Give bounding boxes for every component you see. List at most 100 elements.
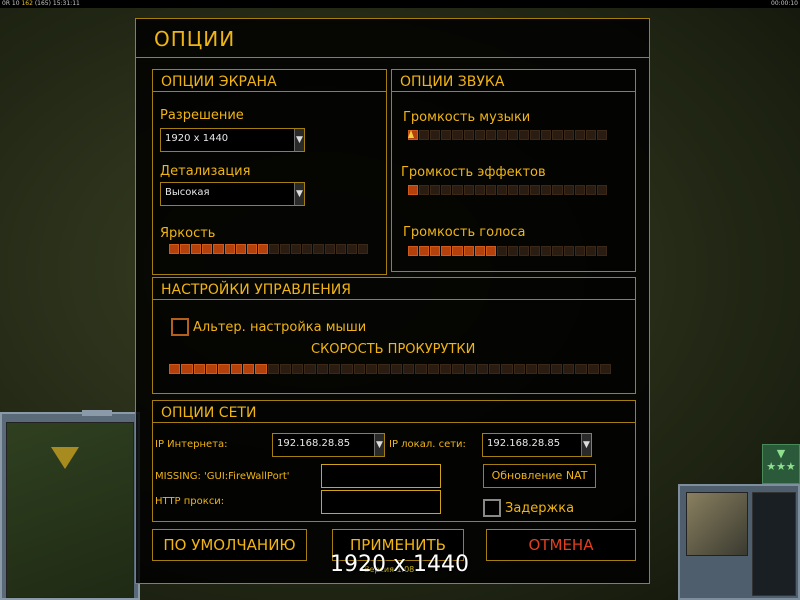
slider-segment[interactable] (169, 244, 180, 254)
slider-segment[interactable] (193, 364, 205, 374)
slider-segment[interactable] (441, 130, 452, 140)
slider-segment[interactable] (541, 130, 552, 140)
slider-segment[interactable] (224, 244, 235, 254)
dropdown-arrow-icon[interactable]: ▼ (581, 434, 591, 456)
dropdown-arrow-icon[interactable]: ▼ (374, 434, 384, 456)
alt-mouse-checkbox[interactable] (171, 318, 189, 336)
slider-segment[interactable] (257, 244, 268, 254)
slider-segment[interactable] (191, 244, 202, 254)
slider-segment[interactable] (489, 364, 501, 374)
slider-segment[interactable] (452, 246, 463, 256)
slider-segment[interactable] (390, 364, 402, 374)
slider-segment[interactable] (316, 364, 329, 374)
slider-segment[interactable] (335, 244, 346, 254)
slider-segment[interactable] (452, 130, 463, 140)
slider-segment[interactable] (550, 364, 562, 374)
slider-segment[interactable] (419, 246, 430, 256)
slider-segment[interactable] (596, 130, 607, 140)
slider-segment[interactable] (235, 244, 246, 254)
slider-segment[interactable] (255, 364, 267, 374)
slider-segment[interactable] (430, 185, 441, 195)
slider-segment[interactable] (530, 185, 541, 195)
slider-segment[interactable] (538, 364, 550, 374)
update-nat-button[interactable]: Обновление NAT (483, 464, 596, 488)
slider-segment[interactable] (267, 364, 279, 374)
slider-segment[interactable] (585, 130, 596, 140)
slider-segment[interactable] (519, 185, 530, 195)
slider-segment[interactable] (496, 130, 507, 140)
minimap-view[interactable] (6, 422, 134, 598)
slider-segment[interactable] (268, 244, 280, 254)
slider-segment[interactable] (496, 185, 507, 195)
slider-segment[interactable] (476, 364, 489, 374)
slider-segment[interactable] (599, 364, 612, 374)
slider-segment[interactable] (180, 244, 191, 254)
slider-segment[interactable] (302, 244, 313, 254)
brightness-slider[interactable] (169, 244, 368, 254)
slider-segment[interactable] (291, 244, 302, 254)
slider-segment[interactable] (218, 364, 230, 374)
slider-segment[interactable] (452, 185, 463, 195)
slider-segment[interactable] (246, 244, 257, 254)
slider-segment[interactable] (408, 185, 419, 195)
slider-segment[interactable] (230, 364, 242, 374)
local-ip-select[interactable]: 192.168.28.85 ▼ (482, 433, 592, 457)
slider-segment[interactable] (575, 364, 587, 374)
slider-segment[interactable] (304, 364, 316, 374)
slider-segment[interactable] (596, 185, 607, 195)
slider-segment[interactable] (430, 130, 441, 140)
slider-segment[interactable] (346, 244, 357, 254)
effects-volume-slider[interactable] (408, 185, 607, 195)
slider-segment[interactable] (574, 130, 585, 140)
slider-segment[interactable] (415, 364, 427, 374)
minimap[interactable] (0, 410, 140, 600)
http-proxy-input[interactable] (321, 490, 441, 514)
slider-segment[interactable] (596, 246, 607, 256)
slider-segment[interactable] (419, 185, 430, 195)
slider-segment[interactable] (507, 185, 519, 195)
slider-segment[interactable] (280, 244, 291, 254)
slider-segment[interactable] (513, 364, 526, 374)
resolution-select[interactable]: 1920 x 1440 ▼ (160, 128, 305, 152)
slider-segment[interactable] (419, 130, 430, 140)
slider-segment[interactable] (439, 364, 452, 374)
slider-segment[interactable] (507, 130, 519, 140)
slider-segment[interactable] (585, 246, 596, 256)
slider-segment[interactable] (430, 246, 441, 256)
slider-segment[interactable] (242, 364, 255, 374)
slider-segment[interactable] (552, 185, 563, 195)
slider-segment[interactable] (587, 364, 599, 374)
slider-segment[interactable] (552, 246, 563, 256)
slider-segment[interactable] (485, 130, 496, 140)
slider-segment[interactable] (563, 185, 574, 195)
rank-button[interactable]: ▼ ★★★ (762, 444, 800, 484)
slider-segment[interactable] (279, 364, 292, 374)
cancel-button[interactable]: ОТМЕНА (486, 529, 636, 561)
detail-select[interactable]: Высокая ▼ (160, 182, 305, 206)
slider-segment[interactable] (452, 364, 464, 374)
unit-portrait[interactable] (686, 492, 748, 556)
dropdown-arrow-icon[interactable]: ▼ (294, 183, 304, 205)
music-volume-slider[interactable] (408, 130, 607, 140)
slider-segment[interactable] (463, 185, 474, 195)
slider-segment[interactable] (402, 364, 415, 374)
slider-segment[interactable] (427, 364, 439, 374)
delay-checkbox[interactable] (483, 499, 501, 517)
slider-segment[interactable] (474, 246, 485, 256)
scroll-speed-slider[interactable] (169, 364, 612, 374)
slider-segment[interactable] (463, 246, 474, 256)
slider-segment[interactable] (541, 185, 552, 195)
slider-segment[interactable] (574, 185, 585, 195)
slider-thumb-icon[interactable] (408, 130, 414, 138)
slider-segment[interactable] (541, 246, 552, 256)
slider-segment[interactable] (378, 364, 390, 374)
slider-segment[interactable] (501, 364, 513, 374)
slider-segment[interactable] (292, 364, 304, 374)
slider-segment[interactable] (563, 246, 574, 256)
slider-segment[interactable] (474, 185, 485, 195)
slider-segment[interactable] (519, 130, 530, 140)
slider-segment[interactable] (574, 246, 585, 256)
slider-segment[interactable] (563, 364, 575, 374)
slider-segment[interactable] (485, 185, 496, 195)
slider-segment[interactable] (202, 244, 213, 254)
